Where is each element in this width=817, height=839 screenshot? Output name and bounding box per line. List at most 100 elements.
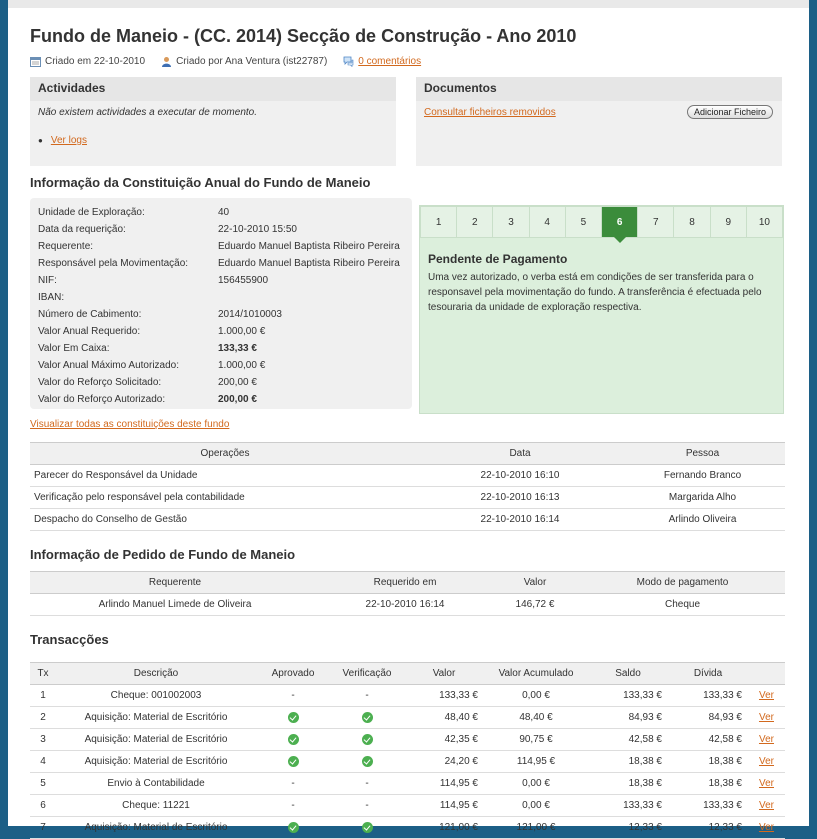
transactions-header [748, 662, 785, 685]
comments-info[interactable]: 0 comentários [343, 56, 421, 67]
approved-cell [256, 750, 330, 773]
balance-cell: 18,38 € [588, 750, 668, 773]
add-file-button[interactable]: Adicionar Ficheiro [686, 105, 773, 119]
step-5[interactable]: 5 [564, 206, 602, 238]
transactions-header: Valor Acumulado [484, 662, 588, 685]
request-cell: 22-10-2010 16:14 [320, 593, 490, 616]
balance-cell: 12,33 € [588, 816, 668, 839]
transactions-header: Tx [30, 662, 56, 685]
info-row: IBAN: [38, 289, 404, 306]
view-link[interactable]: Ver [759, 778, 774, 789]
author-info: Criado por Ana Ventura (ist22787) [161, 56, 327, 67]
view-logs-link[interactable]: Ver logs [51, 135, 87, 146]
bullet-icon: ● [38, 136, 43, 145]
removed-files-link[interactable]: Consultar ficheiros removidos [424, 107, 556, 118]
view-cell: Ver [748, 684, 785, 707]
step-2[interactable]: 2 [456, 206, 493, 238]
info-label: Responsável pela Movimentação: [38, 258, 189, 269]
transactions-table: Tx Descrição Aprovado Verificação Valor Valor… [30, 662, 785, 839]
info-row: Responsável pela Movimentação: Eduardo Ma… [38, 255, 404, 272]
page: Fundo de Maneio - (CC. 2014) Secção de C… [8, 0, 809, 839]
activities-title: Actividades [30, 77, 396, 101]
comments-link[interactable]: 0 comentários [358, 56, 421, 67]
value-cell: 24,20 € [404, 750, 484, 773]
info-label: Número de Cabimento: [38, 309, 142, 320]
step-3[interactable]: 3 [492, 206, 529, 238]
table-row: 7 Aquisição: Material de Escritório 121,00… [30, 816, 785, 839]
step-1[interactable]: 1 [420, 206, 457, 238]
constitution-table: Unidade de Exploração: 40 Data da requeriç… [38, 204, 404, 408]
check-icon [361, 711, 373, 723]
approved-cell: - [256, 684, 330, 707]
transactions-header: Dívida [668, 662, 748, 685]
accumulated-cell: 0,00 € [484, 684, 588, 707]
debt-cell: 133,33 € [668, 684, 748, 707]
step-7[interactable]: 7 [637, 206, 674, 238]
check-icon [287, 733, 299, 745]
value-cell: 121,00 € [404, 816, 484, 839]
debt-cell: 133,33 € [668, 794, 748, 817]
transactions-header: Valor [404, 662, 484, 685]
view-link[interactable]: Ver [759, 822, 774, 833]
debt-cell: 12,33 € [668, 816, 748, 839]
info-value [218, 289, 404, 306]
transactions-title: Transacções [30, 632, 109, 647]
info-label: Valor do Reforço Autorizado: [38, 394, 166, 405]
verification-cell: - [330, 794, 404, 817]
request-header: Modo de pagamento [580, 571, 785, 594]
date-cell: 22-10-2010 16:10 [420, 464, 620, 487]
operations-header: Data [420, 442, 620, 465]
description-cell: Aquisição: Material de Escritório [56, 816, 256, 839]
constitution-info: Unidade de Exploração: 40 Data da requeriç… [30, 198, 412, 409]
info-row: Valor do Reforço Autorizado: 200,00 € [38, 391, 404, 408]
value-cell: 42,35 € [404, 728, 484, 751]
description-cell: Cheque: 001002003 [56, 684, 256, 707]
activities-empty: Não existem actividades a executar de mo… [38, 107, 257, 118]
view-link[interactable]: Ver [759, 712, 774, 723]
accumulated-cell: 48,40 € [484, 706, 588, 729]
step-description: Uma vez autorizado, o verba está em cond… [428, 272, 762, 313]
logs-item: ● Ver logs [38, 135, 87, 146]
view-all-constitutions-link[interactable]: Visualizar todas as constituições deste … [30, 419, 229, 430]
info-value: 1.000,00 € [218, 326, 266, 337]
info-row: Valor Anual Requerido: 1.000,00 € [38, 323, 404, 340]
request-table: Requerente Requerido em Valor Modo de pagam… [30, 571, 785, 616]
info-row: Valor Anual Máximo Autorizado: 1.000,00 € [38, 357, 404, 374]
operation-cell: Parecer do Responsável da Unidade [30, 464, 420, 487]
view-link[interactable]: Ver [759, 756, 774, 767]
table-row: Parecer do Responsável da Unidade 22-10-2… [30, 464, 785, 487]
documents-title: Documentos [416, 77, 782, 101]
step-6[interactable]: 6 [601, 206, 638, 243]
info-value: Eduardo Manuel Baptista Ribeiro Pereira [218, 241, 400, 252]
info-value: 2014/1010003 [218, 309, 282, 320]
value-cell: 114,95 € [404, 772, 484, 795]
step-9[interactable]: 9 [709, 206, 746, 238]
view-link[interactable]: Ver [759, 734, 774, 745]
accumulated-cell: 90,75 € [484, 728, 588, 751]
step-10[interactable]: 10 [745, 206, 784, 238]
balance-cell: 42,58 € [588, 728, 668, 751]
tx-cell: 7 [30, 816, 56, 839]
info-row: Data da requerição: 22-10-2010 15:50 [38, 221, 404, 238]
debt-cell: 18,38 € [668, 772, 748, 795]
check-icon [287, 821, 299, 833]
step-4[interactable]: 4 [528, 206, 565, 238]
info-label: Valor Anual Requerido: [38, 326, 141, 337]
verification-cell [330, 728, 404, 751]
table-row: Verificação pelo responsável pela contab… [30, 486, 785, 509]
view-cell: Ver [748, 816, 785, 839]
operations-header: Operações [30, 442, 420, 465]
view-link[interactable]: Ver [759, 690, 774, 701]
step-row: 1 2 3 4 5 6 7 8 9 10 [420, 206, 784, 243]
activities-panel: Actividades Não existem actividades a ex… [30, 77, 396, 166]
debt-cell: 42,58 € [668, 728, 748, 751]
view-link[interactable]: Ver [759, 800, 774, 811]
verification-cell [330, 816, 404, 839]
workflow-steps: 1 2 3 4 5 6 7 8 9 10 Pendente de Pagamento Uma ve… [419, 205, 784, 414]
operation-cell: Verificação pelo responsável pela contab… [30, 486, 420, 509]
value-cell: 48,40 € [404, 706, 484, 729]
step-8[interactable]: 8 [673, 206, 710, 238]
info-value: Eduardo Manuel Baptista Ribeiro Pereira [218, 258, 400, 269]
debt-cell: 84,93 € [668, 706, 748, 729]
info-value: 40 [218, 207, 230, 218]
